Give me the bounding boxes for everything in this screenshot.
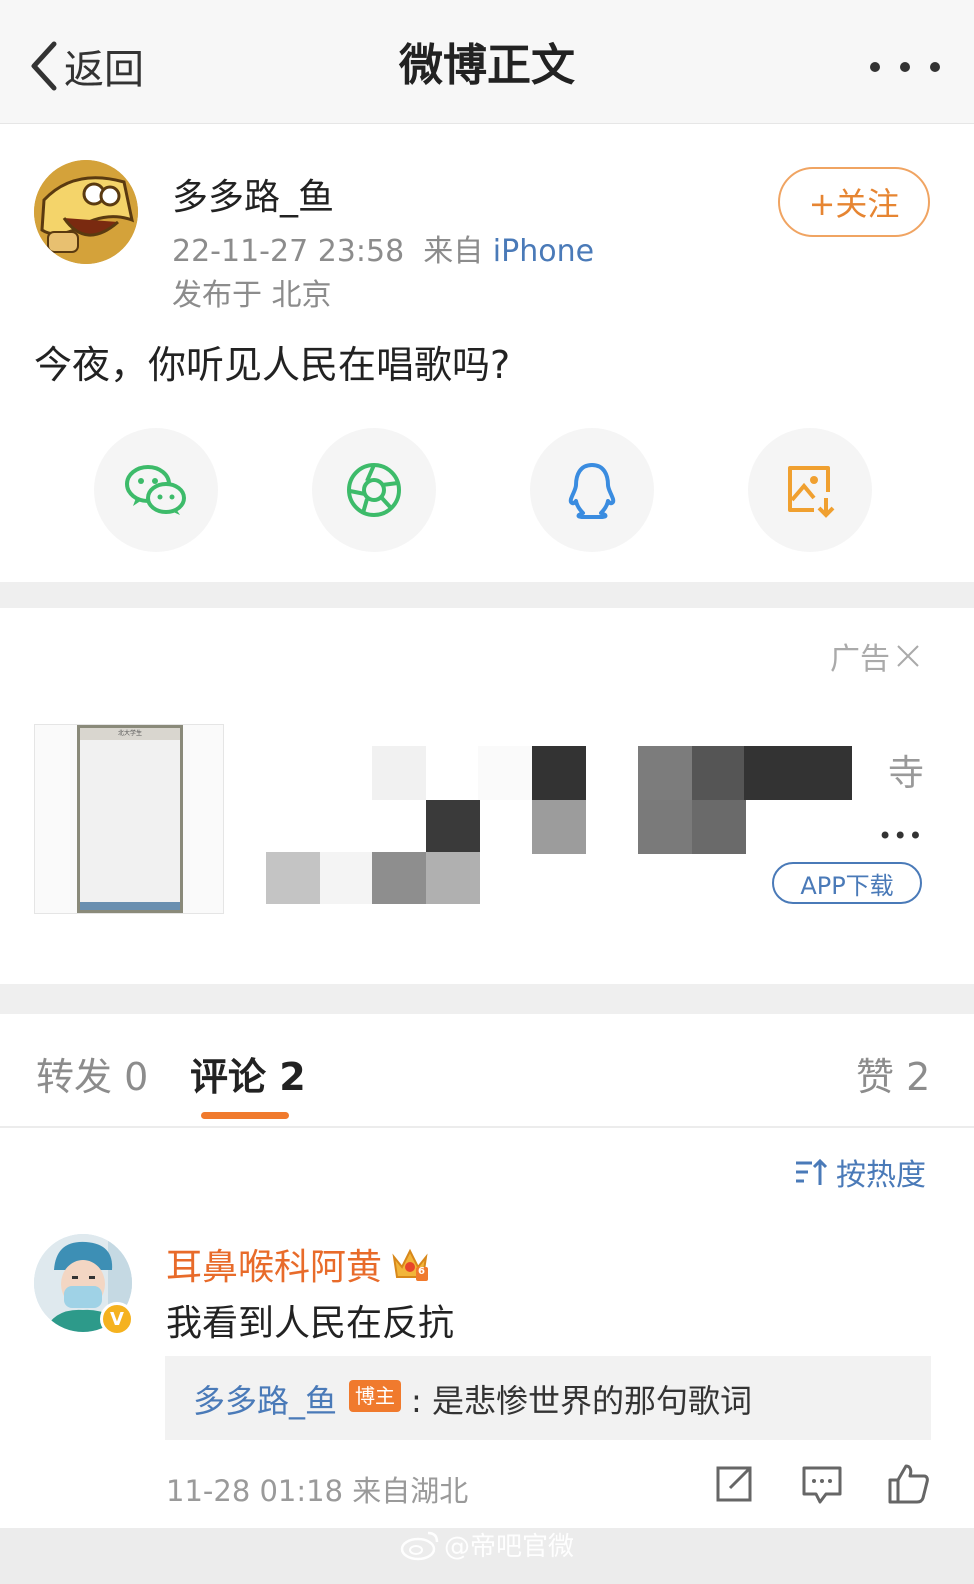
watermark-text: @帝吧官微 xyxy=(444,1532,575,1562)
dot-icon xyxy=(900,62,910,72)
share-wechat-button[interactable] xyxy=(94,428,218,552)
app-download-button[interactable]: APP下载 xyxy=(772,862,922,904)
host-badge: 博主 xyxy=(349,1380,401,1412)
sort-by-hot-button[interactable]: 按热度 xyxy=(794,1150,926,1194)
section-divider xyxy=(0,984,974,1014)
badge-level-text: 6 xyxy=(418,1266,425,1277)
moments-icon xyxy=(347,463,401,517)
ad-phone-image: 北大学生 xyxy=(77,725,183,913)
dot-icon xyxy=(930,62,940,72)
post-time: 22-11-27 23:58 xyxy=(172,234,405,269)
ad-text-fragment: 寺 xyxy=(888,753,925,794)
post-source-prefix: 来自 xyxy=(423,234,484,269)
ad-thumbnail[interactable]: 北大学生 xyxy=(34,724,224,914)
post-location: 发布于 北京 xyxy=(172,278,332,313)
watermark: @帝吧官微 xyxy=(400,1526,574,1563)
doraemon-avatar-image xyxy=(34,160,138,264)
like-comment-button[interactable] xyxy=(886,1462,930,1506)
section-divider xyxy=(0,582,974,608)
post-source[interactable]: iPhone xyxy=(493,234,594,269)
post-text: 今夜，你听见人民在唱歌吗? xyxy=(34,343,511,387)
tab-like[interactable]: 赞 2 xyxy=(856,1046,930,1101)
reply-comment-button[interactable] xyxy=(800,1462,844,1506)
qq-icon xyxy=(568,463,616,519)
sort-label: 按热度 xyxy=(836,1158,926,1193)
author-avatar[interactable] xyxy=(34,160,138,264)
comment-meta: 11-28 01:18 来自湖北 xyxy=(166,1474,469,1508)
reply-text: : 是悲惨世界的那句歌词 xyxy=(411,1382,752,1420)
ad-label: 广告 xyxy=(830,634,922,678)
verified-badge-icon: V xyxy=(100,1302,134,1336)
tab-comment[interactable]: 评论 2 xyxy=(190,1046,306,1101)
reply-author[interactable]: 多多路_鱼 xyxy=(193,1376,337,1422)
ad-more-icon[interactable]: ••• xyxy=(878,822,923,850)
save-image-button[interactable] xyxy=(748,428,872,552)
close-icon[interactable] xyxy=(894,642,922,670)
follow-button[interactable]: +关注 xyxy=(778,167,930,237)
commenter-name-text: 耳鼻喉科阿黄 xyxy=(166,1247,383,1288)
dot-icon xyxy=(870,62,880,72)
tab-repost[interactable]: 转发 0 xyxy=(36,1046,148,1101)
active-tab-indicator xyxy=(201,1112,289,1119)
weibo-logo-icon xyxy=(400,1531,439,1560)
share-qq-button[interactable] xyxy=(530,428,654,552)
ad-thumb-footer xyxy=(80,902,180,910)
ad-thumb-title: 北大学生 xyxy=(80,728,180,740)
comment-text: 我看到人民在反抗 xyxy=(166,1303,455,1344)
sort-icon xyxy=(796,1158,828,1185)
repost-comment-button[interactable] xyxy=(712,1462,756,1506)
post-meta: 22-11-27 23:58 来自 iPhone xyxy=(172,226,594,270)
commenter-name[interactable]: 耳鼻喉科阿黄 6 xyxy=(166,1238,430,1290)
tab-divider xyxy=(0,1126,974,1128)
ad-label-text: 广告 xyxy=(830,642,890,677)
comment-icon xyxy=(802,1466,842,1504)
share-out-icon xyxy=(716,1466,752,1502)
wechat-icon xyxy=(125,465,186,515)
nav-bar: 返回 微博正文 xyxy=(0,0,974,124)
thumbs-up-icon xyxy=(888,1464,929,1504)
share-moments-button[interactable] xyxy=(312,428,436,552)
crown-level-badge-icon: 6 xyxy=(390,1245,430,1283)
page-title: 微博正文 xyxy=(399,40,575,91)
save-image-icon xyxy=(788,466,835,518)
more-options-button[interactable] xyxy=(870,54,940,80)
author-name[interactable]: 多多路_鱼 xyxy=(172,168,334,220)
reply-preview[interactable]: 多多路_鱼 博主 : 是悲惨世界的那句歌词 xyxy=(165,1356,931,1440)
